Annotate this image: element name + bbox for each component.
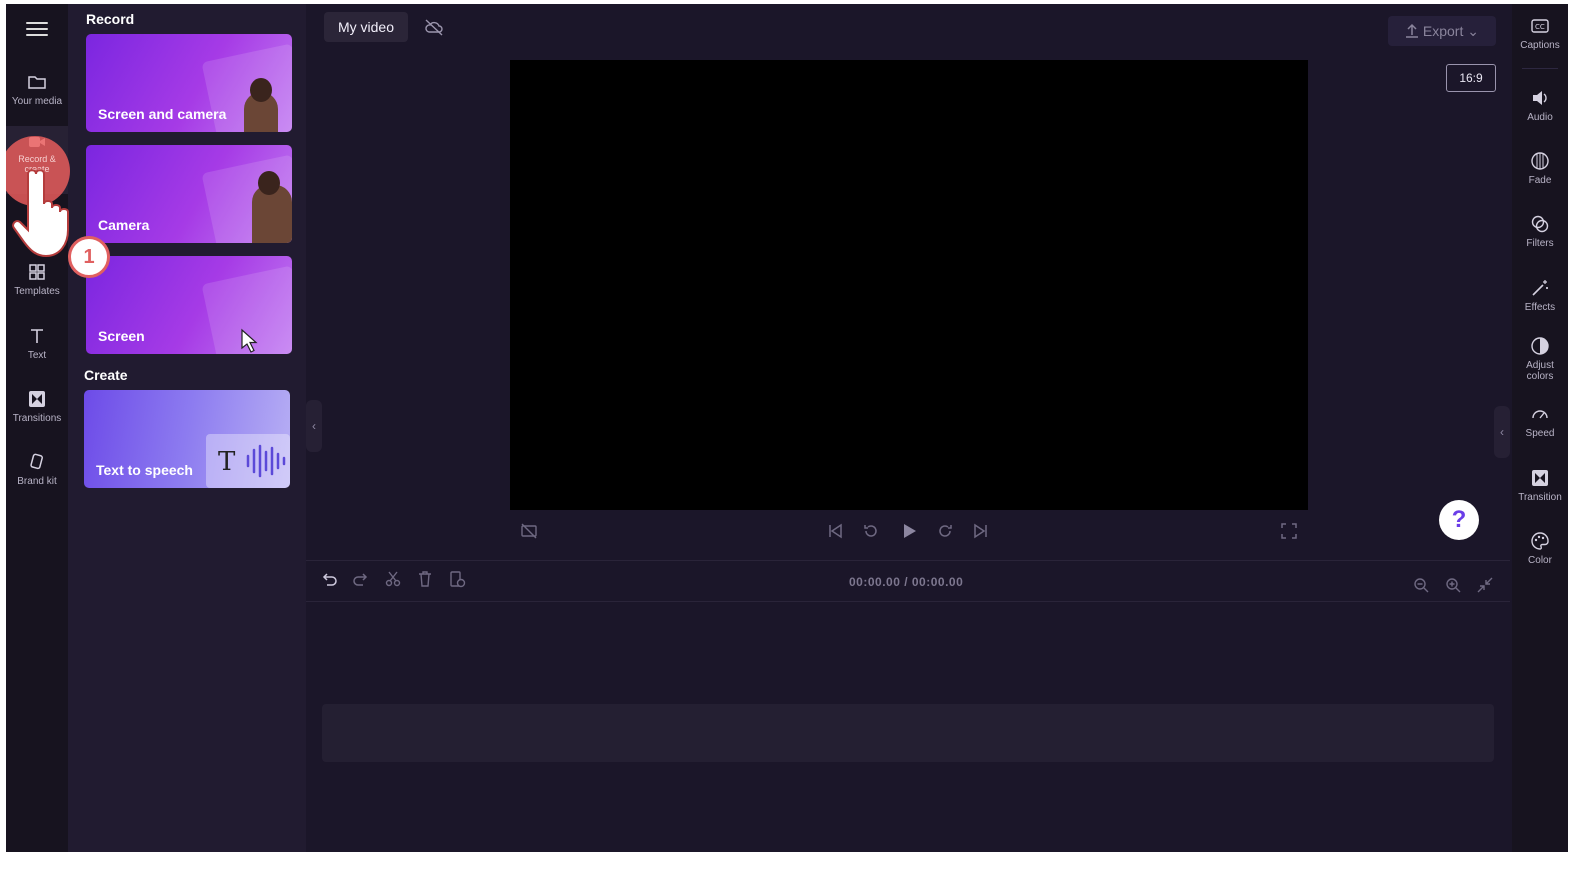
chevron-down-icon: ⌄ (1467, 23, 1479, 39)
adjust-colors-icon (1531, 337, 1549, 355)
menu-icon[interactable] (26, 18, 48, 40)
filters-icon (1531, 215, 1549, 233)
rail-item-brand-kit[interactable]: Brand kit (6, 452, 68, 487)
presenter-thumbnail (252, 171, 292, 243)
rail-item-label: Your media (11, 96, 63, 107)
text-to-speech-graphic: T (206, 434, 290, 488)
rail-item-label: Effects (1524, 302, 1556, 313)
rail-item-adjust-colors[interactable]: Adjust colors (1512, 336, 1568, 382)
rail-item-speed[interactable]: Speed (1512, 404, 1568, 439)
collapse-panel-handle[interactable]: ‹ (306, 400, 322, 452)
camera-card[interactable]: Camera (86, 145, 292, 243)
timecode: 00:00.00 / 00:00.00 (849, 575, 964, 589)
left-rail: Your media Templates Text Transitions Br… (6, 4, 68, 852)
rail-item-effects[interactable]: Effects (1512, 278, 1568, 313)
rail-item-text[interactable]: Text (6, 326, 68, 361)
screen-card[interactable]: Screen (86, 256, 292, 354)
rail-item-label: Templates (14, 286, 60, 297)
scissors-icon[interactable] (384, 570, 402, 588)
cloud-off-icon[interactable] (424, 18, 444, 36)
zoom-out-icon[interactable] (1412, 576, 1430, 594)
rail-item-label: Fade (1528, 175, 1552, 186)
rail-item-label: Text (27, 350, 47, 361)
zoom-in-icon[interactable] (1444, 576, 1462, 594)
record-heading: Record (86, 11, 135, 27)
rail-item-label: Captions (1520, 40, 1560, 51)
audio-icon (1533, 91, 1547, 105)
add-clip-icon[interactable] (448, 570, 466, 588)
skip-forward-icon[interactable] (972, 522, 990, 542)
rail-item-filters[interactable]: Filters (1512, 214, 1568, 249)
presenter-thumbnail (244, 78, 278, 132)
rail-item-label: Audio (1527, 112, 1553, 123)
templates-icon (27, 262, 47, 282)
svg-text:CC: CC (1535, 23, 1545, 31)
screen-and-camera-card[interactable]: Screen and camera (86, 34, 292, 132)
camera-off-icon[interactable] (520, 522, 538, 542)
rail-item-label: Brand kit (17, 476, 57, 487)
undo-icon[interactable] (320, 570, 338, 588)
forward-5-icon[interactable] (936, 522, 954, 542)
editor-app: Your media Templates Text Transitions Br… (6, 4, 1568, 852)
effects-icon (1532, 280, 1548, 296)
rail-item-audio[interactable]: Audio (1512, 88, 1568, 123)
rail-item-transitions[interactable]: Transitions (6, 389, 68, 424)
collapse-properties-handle[interactable]: ‹ (1494, 406, 1510, 458)
rail-item-label: Color (1528, 555, 1552, 566)
rail-item-your-media[interactable]: Your media (6, 72, 68, 107)
video-preview (510, 60, 1308, 510)
delete-icon[interactable] (416, 570, 434, 588)
export-label: Export (1422, 23, 1464, 39)
rail-item-color[interactable]: Color (1512, 531, 1568, 566)
divider (306, 601, 1510, 602)
divider (1522, 68, 1558, 69)
export-button[interactable]: Export ⌄ (1388, 16, 1496, 46)
upload-icon (1406, 23, 1418, 38)
rail-item-label: Speed (1525, 428, 1555, 439)
transition-icon (1532, 470, 1548, 486)
properties-rail: CC Captions Audio Fade Filters Effects A… (1512, 4, 1568, 852)
card-label: Screen and camera (98, 106, 227, 122)
rail-item-captions[interactable]: CC Captions (1512, 16, 1568, 51)
text-to-speech-card[interactable]: T Text to speech (84, 390, 290, 488)
rail-item-templates[interactable]: Templates (6, 262, 68, 297)
help-button[interactable]: ? (1439, 500, 1479, 540)
brand-kit-icon (27, 452, 47, 472)
card-label: Camera (98, 217, 150, 233)
play-icon[interactable] (900, 522, 918, 542)
rail-item-label: Filters (1526, 238, 1554, 249)
project-title[interactable]: My video (324, 12, 408, 42)
svg-text:T: T (218, 447, 236, 477)
folder-icon (27, 72, 47, 92)
rail-item-label: Adjust colors (1526, 360, 1554, 382)
aspect-ratio-button[interactable]: 16:9 (1446, 64, 1496, 92)
speed-icon (1532, 410, 1548, 419)
captions-icon: CC (1531, 19, 1549, 33)
fade-icon (1531, 152, 1549, 170)
color-icon (1531, 532, 1549, 550)
skip-back-icon[interactable] (826, 522, 844, 542)
create-heading: Create (84, 367, 128, 383)
transitions-icon (27, 389, 47, 409)
timeline-track[interactable] (322, 704, 1494, 762)
card-label: Text to speech (96, 462, 193, 478)
rewind-5-icon[interactable] (862, 522, 880, 542)
rail-item-label: Transition (1518, 492, 1562, 503)
text-icon (27, 326, 47, 346)
fit-timeline-icon[interactable] (1476, 576, 1494, 594)
card-label: Screen (98, 328, 145, 344)
step-number-badge: 1 (68, 236, 110, 278)
redo-icon[interactable] (352, 570, 370, 588)
rail-item-label: Transitions (12, 413, 62, 424)
rail-item-fade[interactable]: Fade (1512, 151, 1568, 186)
fullscreen-icon[interactable] (1280, 522, 1298, 542)
rail-item-transition[interactable]: Transition (1512, 468, 1568, 503)
cursor-icon (241, 328, 258, 353)
record-create-panel: Record Screen and camera Camera Screen C… (68, 4, 306, 852)
divider (306, 560, 1510, 561)
